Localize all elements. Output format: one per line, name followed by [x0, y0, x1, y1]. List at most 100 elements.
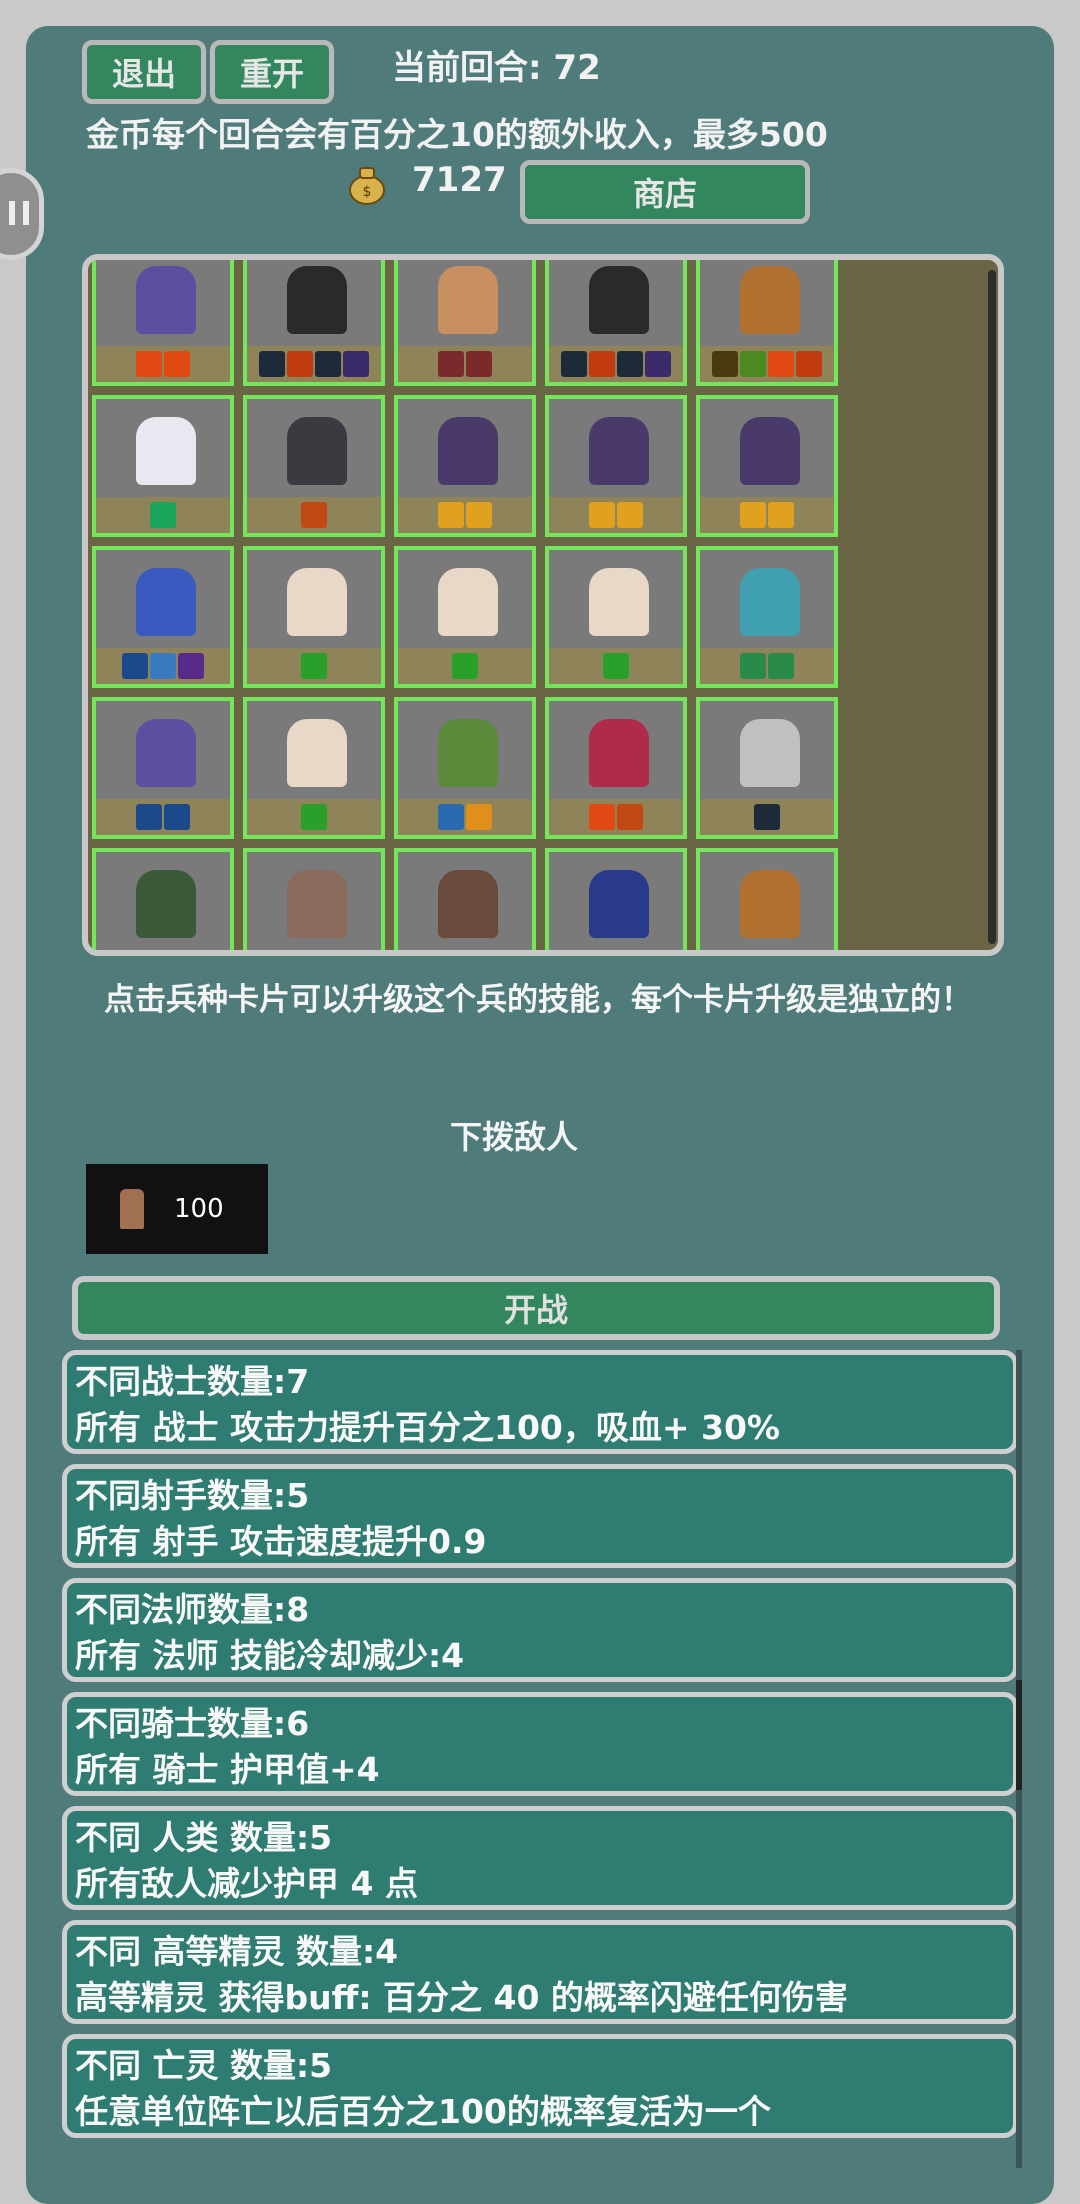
shadow-icon: [617, 351, 643, 377]
skill-bar: [700, 950, 834, 956]
unit-card[interactable]: [394, 395, 536, 537]
exit-button[interactable]: 退出: [82, 40, 206, 104]
lightning-icon: [122, 653, 148, 679]
heal-icon: [301, 653, 327, 679]
skill-bar: [398, 346, 532, 382]
buff-description: 所有 战士 攻击力提升百分之100，吸血+ 30%: [75, 1408, 780, 1447]
dwarf-icon: [287, 870, 347, 938]
eye-icon: [589, 351, 615, 377]
unit-card[interactable]: [545, 260, 687, 386]
claw-icon: [712, 351, 738, 377]
unit-card[interactable]: [243, 546, 385, 688]
unit-card-grid[interactable]: [82, 254, 1004, 956]
buff-title: 不同法师数量:8: [75, 1590, 310, 1629]
gold-amount: 7127: [412, 160, 507, 200]
enemy-preview: 100: [86, 1164, 268, 1254]
skill-bar: [700, 648, 834, 684]
cavalry-icon: [438, 870, 498, 938]
skill-bar: [247, 648, 381, 684]
skill-bar: [96, 950, 230, 956]
shop-button[interactable]: 商店: [520, 160, 810, 224]
skill-bar: [96, 799, 230, 835]
buff-list-scroll-thumb[interactable]: [1016, 1680, 1022, 1790]
unit-card[interactable]: [243, 395, 385, 537]
unit-card[interactable]: [92, 848, 234, 956]
skill-bar: [247, 497, 381, 533]
mind-flayer-icon: [740, 417, 800, 485]
skill-bar: [549, 950, 683, 956]
skill-bar: [700, 346, 834, 382]
enemy-section-title: 下拨敌人: [449, 1118, 578, 1156]
buff-title: 不同 亡灵 数量:5: [75, 2046, 333, 2085]
skill-bar: [398, 497, 532, 533]
reaper-icon: [287, 266, 347, 334]
strength-icon: [768, 502, 794, 528]
mind-flayer-icon: [589, 417, 649, 485]
skill-bar: [96, 497, 230, 533]
flame-icon: [466, 804, 492, 830]
crystal-icon: [150, 502, 176, 528]
buff-description: 任意单位阵亡以后百分之100的概率复活为一个: [75, 2092, 771, 2131]
unit-card[interactable]: [394, 260, 536, 386]
buff-description: 所有 射手 攻击速度提升0.9: [75, 1522, 487, 1561]
synergy-buff-list[interactable]: 不同战士数量:7 所有 战士 攻击力提升百分之100，吸血+ 30% 不同射手数量:…: [60, 1350, 1026, 2168]
griffin-icon: [740, 266, 800, 334]
synergy-buff-item: 不同骑士数量:6 所有 骑士 护甲值+4: [62, 1692, 1018, 1796]
sword-icon: [438, 351, 464, 377]
unit-card[interactable]: [243, 697, 385, 839]
griffin-icon: [740, 870, 800, 938]
reaper-icon: [589, 266, 649, 334]
buff-description: 所有 法师 技能冷却减少:4: [75, 1636, 465, 1675]
unit-card[interactable]: [545, 546, 687, 688]
caveman-icon: [120, 1189, 144, 1229]
unit-card[interactable]: [696, 395, 838, 537]
knight-fallen-icon: [740, 719, 800, 787]
ice-icon: [150, 955, 176, 956]
buff-title: 不同 人类 数量:5: [75, 1818, 333, 1857]
synergy-buff-item: 不同战士数量:7 所有 战士 攻击力提升百分之100，吸血+ 30%: [62, 1350, 1018, 1454]
restart-button[interactable]: 重开: [210, 40, 334, 104]
interest-text: 金币每个回合会有百分之10的额外收入，最多500: [86, 115, 828, 154]
unit-card[interactable]: [545, 697, 687, 839]
start-battle-button[interactable]: 开战: [72, 1276, 1000, 1340]
priest-icon: [438, 568, 498, 636]
grid-scrollbar[interactable]: [988, 270, 996, 944]
unit-card[interactable]: [696, 697, 838, 839]
buff-description: 所有敌人减少护甲 4 点: [75, 1864, 418, 1903]
unit-card[interactable]: [92, 697, 234, 839]
shadow-icon: [259, 351, 285, 377]
red-dragon-icon: [589, 719, 649, 787]
unit-card[interactable]: [545, 848, 687, 956]
unit-card[interactable]: [92, 260, 234, 386]
vortex-icon: [150, 653, 176, 679]
unit-card[interactable]: [696, 260, 838, 386]
unit-card[interactable]: [243, 260, 385, 386]
unit-card[interactable]: [394, 546, 536, 688]
side-toggle-button[interactable]: [0, 168, 44, 260]
unit-card[interactable]: [92, 395, 234, 537]
fire-icon: [589, 804, 615, 830]
synergy-buff-item: 不同 亡灵 数量:5 任意单位阵亡以后百分之100的概率复活为一个: [62, 2034, 1018, 2138]
synergy-buff-item: 不同射手数量:5 所有 射手 攻击速度提升0.9: [62, 1464, 1018, 1568]
unit-card[interactable]: [696, 848, 838, 956]
unit-card[interactable]: [92, 546, 234, 688]
sword-icon: [466, 351, 492, 377]
strength-icon: [589, 502, 615, 528]
elf-ranger-icon: [136, 870, 196, 938]
werewolf-icon: [287, 417, 347, 485]
unit-card[interactable]: [696, 546, 838, 688]
unit-card[interactable]: [545, 395, 687, 537]
wizard-icon: [136, 719, 196, 787]
unit-card[interactable]: [394, 697, 536, 839]
unit-card[interactable]: [394, 848, 536, 950]
leaf-icon: [740, 351, 766, 377]
strength-icon: [617, 502, 643, 528]
ice-icon: [603, 955, 629, 956]
eye-icon: [796, 351, 822, 377]
dark-icon: [343, 351, 369, 377]
unit-card[interactable]: [243, 848, 385, 950]
heal-icon: [603, 653, 629, 679]
fire-icon: [768, 351, 794, 377]
angel-icon: [136, 417, 196, 485]
skill-bar: [96, 346, 230, 382]
